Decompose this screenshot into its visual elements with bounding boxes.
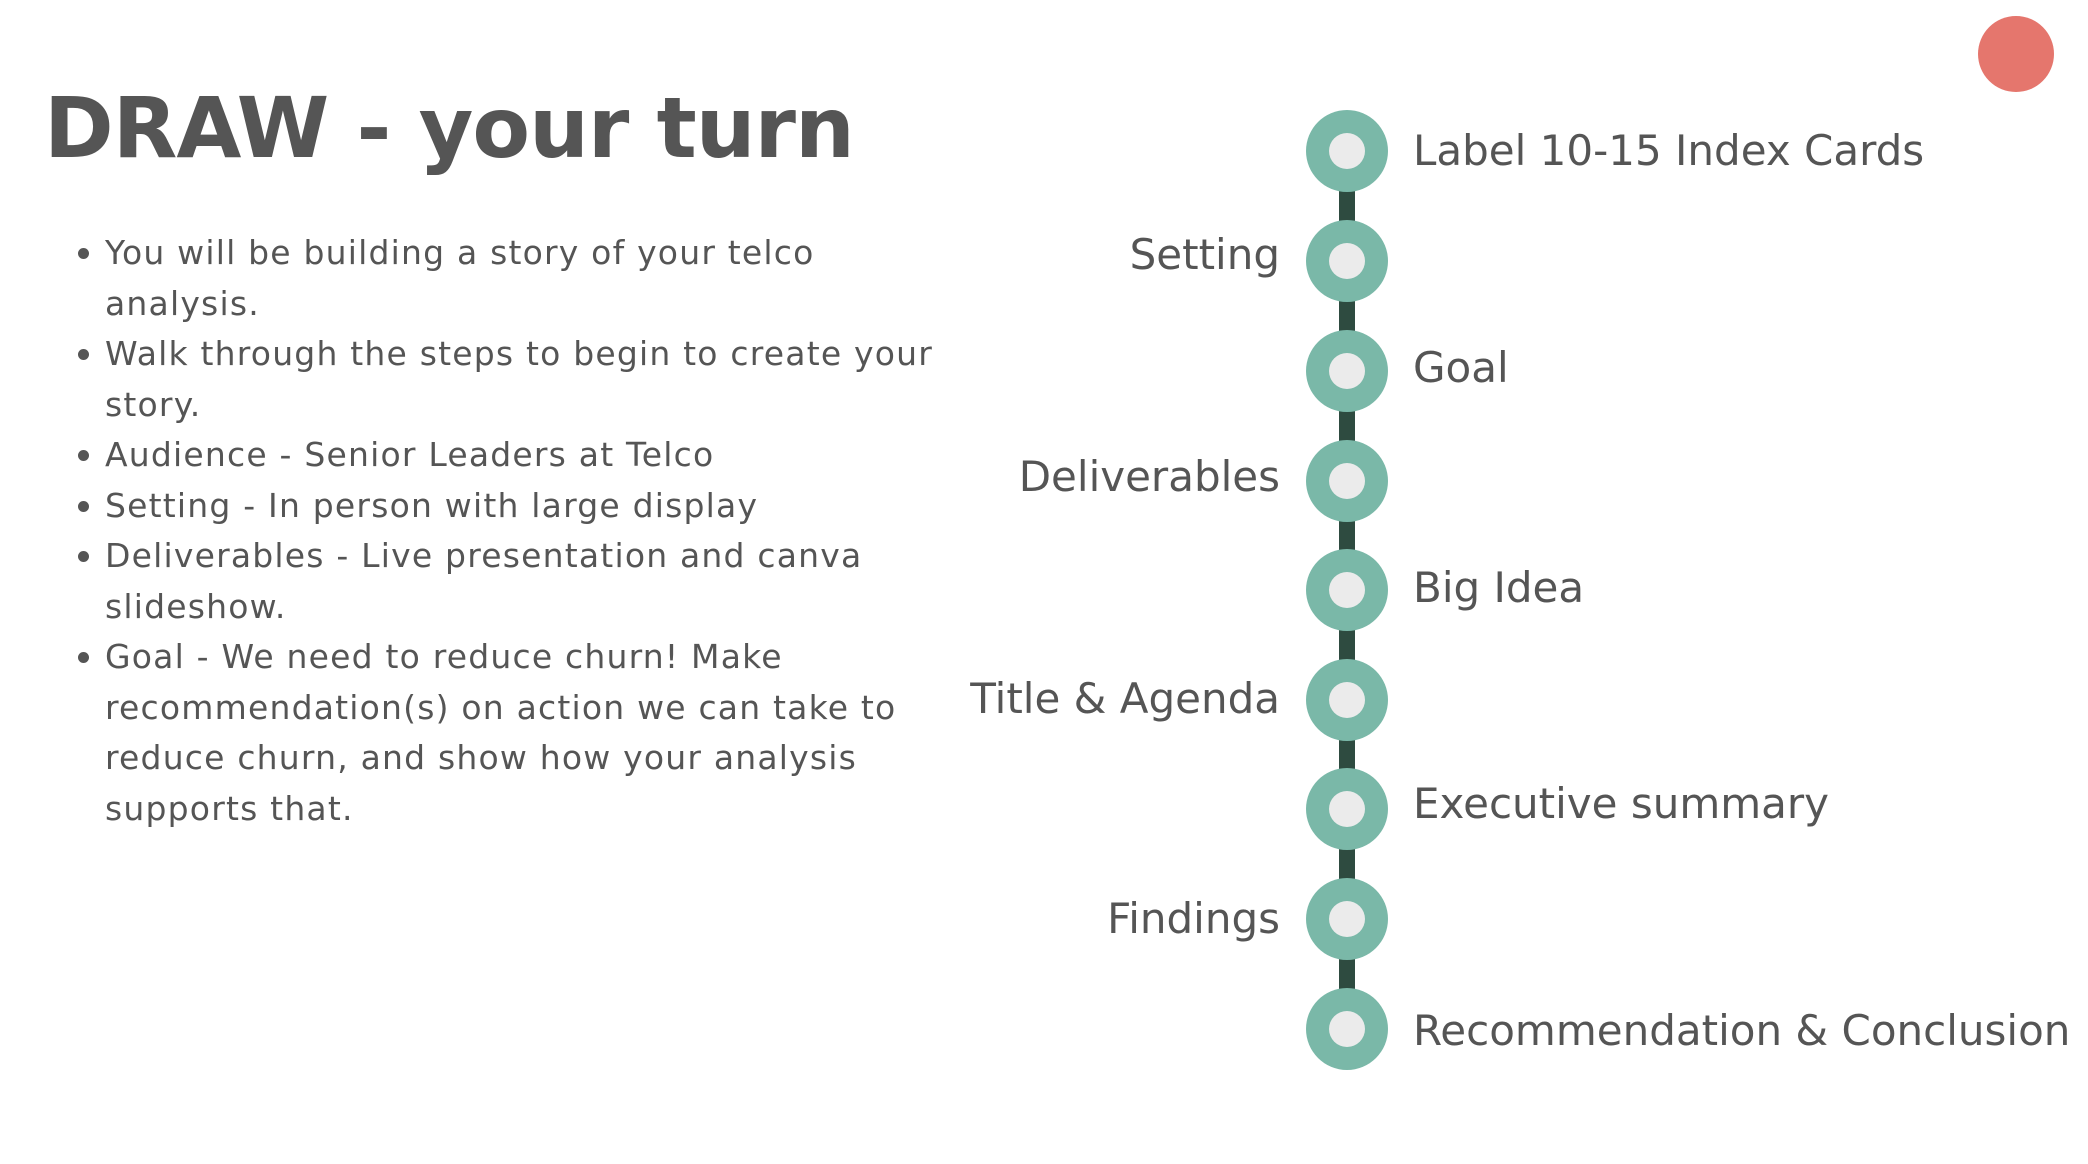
- bullet-item: Deliverables - Live presentation and can…: [74, 531, 974, 632]
- timeline-label-goal: Goal: [1413, 343, 1509, 392]
- timeline-node: [1306, 878, 1388, 960]
- bullet-text: Walk through the steps to begin to creat…: [105, 334, 934, 424]
- timeline-label-title-agenda: Title & Agenda: [970, 674, 1280, 723]
- bullet-dot-icon: [78, 349, 89, 360]
- timeline-label-deliverables: Deliverables: [1018, 452, 1280, 501]
- timeline-node-center: [1329, 463, 1365, 499]
- timeline-label-index-cards: Label 10-15 Index Cards: [1413, 126, 1925, 175]
- bullet-item: Goal - We need to reduce churn! Make rec…: [74, 632, 974, 834]
- timeline-node-center: [1329, 901, 1365, 937]
- timeline-node-center: [1329, 791, 1365, 827]
- timeline-node-center: [1329, 682, 1365, 718]
- timeline-label-recommendation: Recommendation & Conclusion: [1413, 1006, 2071, 1055]
- timeline-node: [1306, 549, 1388, 631]
- timeline-label-executive-summary: Executive summary: [1413, 779, 1830, 828]
- bullet-item: Setting - In person with large display: [74, 481, 974, 532]
- bullet-dot-icon: [78, 248, 89, 259]
- timeline-label-setting: Setting: [1129, 230, 1280, 279]
- bullet-dot-icon: [78, 652, 89, 663]
- bullet-text: Goal - We need to reduce churn! Make rec…: [105, 637, 897, 828]
- timeline-node-center: [1329, 353, 1365, 389]
- slide-title: DRAW - your turn: [44, 79, 855, 177]
- bullet-dot-icon: [78, 551, 89, 562]
- timeline-node: [1306, 440, 1388, 522]
- bullet-text: Deliverables - Live presentation and can…: [105, 536, 863, 626]
- timeline-node: [1306, 220, 1388, 302]
- bullet-item: Walk through the steps to begin to creat…: [74, 329, 974, 430]
- bullet-list: You will be building a story of your tel…: [74, 228, 974, 834]
- accent-circle-icon: [1978, 16, 2054, 92]
- bullet-item: Audience - Senior Leaders at Telco: [74, 430, 974, 481]
- timeline-node: [1306, 768, 1388, 850]
- timeline-node-center: [1329, 572, 1365, 608]
- bullet-text: Audience - Senior Leaders at Telco: [105, 435, 715, 474]
- timeline-node-center: [1329, 243, 1365, 279]
- bullet-dot-icon: [78, 500, 89, 512]
- timeline-node: [1306, 659, 1388, 741]
- timeline-node: [1306, 330, 1388, 412]
- bullet-dot-icon: [78, 450, 89, 461]
- timeline-node-center: [1329, 1011, 1365, 1047]
- timeline-node-center: [1329, 133, 1365, 169]
- timeline-label-big-idea: Big Idea: [1413, 563, 1585, 612]
- timeline-label-findings: Findings: [1107, 894, 1280, 943]
- bullet-text: You will be building a story of your tel…: [105, 233, 815, 323]
- bullet-item: You will be building a story of your tel…: [74, 228, 974, 329]
- timeline-node: [1306, 988, 1388, 1070]
- timeline-node: [1306, 110, 1388, 192]
- bullet-text: Setting - In person with large display: [105, 485, 759, 525]
